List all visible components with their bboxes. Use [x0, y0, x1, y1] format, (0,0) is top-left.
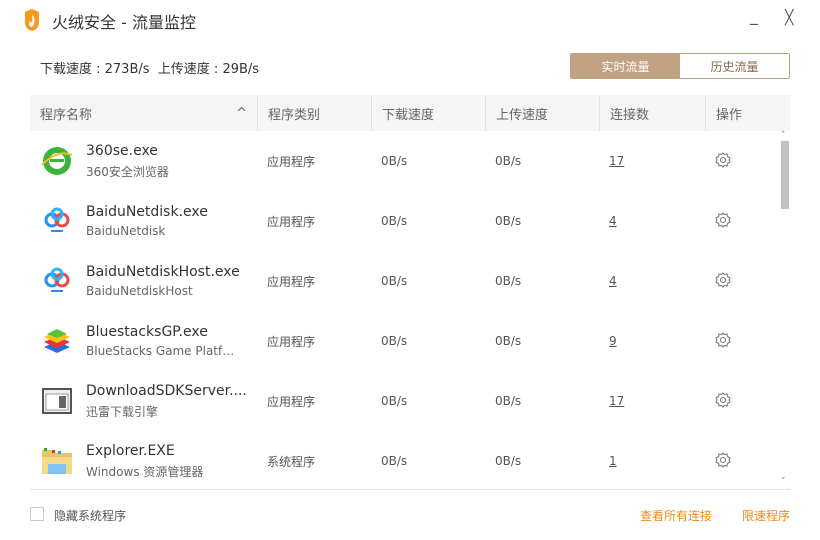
program-name: Explorer.EXE — [86, 442, 175, 459]
connections-link[interactable]: 4 — [609, 274, 617, 288]
program-cell: BaiduNetdiskHost.exe BaiduNetdiskHost — [30, 264, 257, 298]
program-type: 应用程序 — [267, 154, 316, 169]
download-speed: 0B/s — [381, 394, 408, 408]
divider — [30, 489, 790, 490]
download-speed: 0B/s — [381, 334, 408, 348]
program-name: 360se.exe — [86, 142, 158, 159]
table-row[interactable]: DownloadSDKServer.... 迅雷下载引擎 应用程序 0B/s 0B… — [30, 371, 780, 431]
program-desc: BaiduNetdisk — [86, 224, 166, 238]
gear-icon[interactable] — [715, 271, 731, 291]
upload-speed: 0B/s — [495, 274, 522, 288]
program-name: BaiduNetdiskHost.exe — [86, 264, 240, 280]
tab-realtime[interactable]: 实时流量 — [571, 54, 680, 78]
view-all-connections-link[interactable]: 查看所有连接 — [640, 507, 712, 524]
app-app-icon — [40, 384, 74, 418]
program-type: 应用程序 — [267, 274, 316, 289]
column-upload[interactable]: 上传速度 — [485, 95, 599, 131]
connections-link[interactable]: 17 — [609, 154, 624, 168]
table-row[interactable]: BluestacksGP.exe BlueStacks Game Platfor.… — [30, 311, 780, 371]
hide-system-label[interactable]: 隐藏系统程序 — [54, 507, 126, 524]
download-speed: 0B/s — [381, 214, 408, 228]
baidu-app-icon — [40, 204, 74, 238]
program-desc: BlueStacks Game Platfor... — [86, 344, 241, 358]
bluestacks-app-icon — [40, 324, 74, 358]
column-type[interactable]: 程序类别 — [257, 95, 371, 131]
column-actions: 操作 — [705, 95, 790, 131]
hide-system-checkbox[interactable] — [30, 507, 44, 521]
table-row[interactable]: BaiduNetdiskHost.exe BaiduNetdiskHost 应用程… — [30, 251, 780, 311]
connections-link[interactable]: 4 — [609, 214, 617, 228]
program-cell: DownloadSDKServer.... 迅雷下载引擎 — [30, 383, 257, 420]
gear-icon[interactable] — [715, 451, 731, 471]
traffic-tabs: 实时流量 历史流量 — [570, 53, 790, 79]
upload-speed: 0B/s — [495, 394, 522, 408]
baidu-app-icon — [40, 264, 74, 298]
speed-summary: 下载速度 : 273B/s 上传速度 : 29B/s — [40, 62, 260, 77]
upload-speed: 0B/s — [495, 214, 522, 228]
program-cell: BaiduNetdisk.exe BaiduNetdisk — [30, 204, 257, 238]
gear-icon[interactable] — [715, 211, 731, 231]
table-row[interactable]: 360se.exe 360安全浏览器 应用程序 0B/s 0B/s 17 — [30, 131, 780, 191]
program-type: 应用程序 — [267, 214, 316, 229]
scroll-down-icon[interactable]: ˅ — [781, 477, 786, 487]
program-desc: BaiduNetdiskHost — [86, 284, 193, 298]
huorong-logo-icon — [22, 8, 42, 35]
program-desc: 360安全浏览器 — [86, 164, 169, 179]
upload-speed: 0B/s — [495, 334, 522, 348]
download-speed: 0B/s — [381, 454, 408, 468]
limit-programs-link[interactable]: 限速程序 — [742, 507, 790, 524]
close-button[interactable]: ╳ — [785, 10, 793, 26]
sort-ascending-icon[interactable]: ^ — [236, 106, 247, 121]
connections-link[interactable]: 1 — [609, 454, 617, 468]
gear-icon[interactable] — [715, 391, 731, 411]
gear-icon[interactable] — [715, 151, 731, 171]
download-speed: 0B/s — [381, 274, 408, 288]
scrollbar-thumb[interactable] — [781, 141, 789, 209]
table-row[interactable]: BaiduNetdisk.exe BaiduNetdisk 应用程序 0B/s 0… — [30, 191, 780, 251]
column-label: 程序名称 — [40, 107, 93, 123]
program-name: BaiduNetdisk.exe — [86, 204, 208, 220]
connections-link[interactable]: 17 — [609, 394, 624, 408]
program-desc: Windows 资源管理器 — [86, 464, 204, 479]
minimize-button[interactable]: _ — [750, 6, 758, 25]
connections-link[interactable]: 9 — [609, 334, 617, 348]
window-title: 火绒安全 - 流量监控 — [52, 13, 196, 32]
tab-history[interactable]: 历史流量 — [680, 54, 789, 78]
program-type: 系统程序 — [267, 454, 316, 469]
program-cell: 360se.exe 360安全浏览器 — [30, 143, 257, 180]
upload-speed: 0B/s — [495, 154, 522, 168]
program-type: 应用程序 — [267, 334, 316, 349]
program-cell: Explorer.EXE Windows 资源管理器 — [30, 443, 257, 480]
process-list: 360se.exe 360安全浏览器 应用程序 0B/s 0B/s 17 Baid… — [30, 131, 780, 491]
program-name: BluestacksGP.exe — [86, 324, 208, 340]
download-speed: 0B/s — [381, 154, 408, 168]
column-download[interactable]: 下载速度 — [371, 95, 485, 131]
folder-app-icon — [40, 444, 74, 478]
column-name[interactable]: 程序名称 ^ — [30, 95, 257, 131]
program-desc: 迅雷下载引擎 — [86, 404, 159, 419]
scroll-up-icon[interactable]: ˄ — [781, 131, 786, 141]
table-row[interactable]: Explorer.EXE Windows 资源管理器 系统程序 0B/s 0B/s… — [30, 431, 780, 491]
program-cell: BluestacksGP.exe BlueStacks Game Platfor.… — [30, 324, 257, 358]
360se-app-icon — [40, 144, 74, 178]
column-connections[interactable]: 连接数 — [599, 95, 705, 131]
program-type: 应用程序 — [267, 394, 316, 409]
table-header: 程序名称 ^ 程序类别 下载速度 上传速度 连接数 操作 — [30, 95, 790, 131]
upload-speed: 0B/s — [495, 454, 522, 468]
program-name: DownloadSDKServer.... — [86, 382, 247, 399]
gear-icon[interactable] — [715, 331, 731, 351]
